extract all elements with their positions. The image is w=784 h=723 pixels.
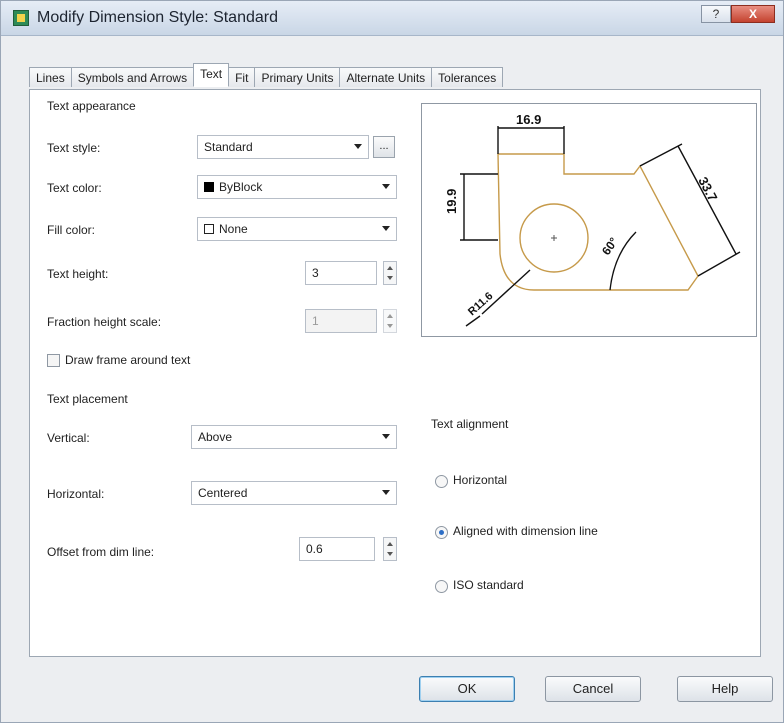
fill-color-label: Fill color:: [47, 223, 96, 237]
empty-swatch-icon: [204, 223, 214, 234]
horizontal-label: Horizontal:: [47, 487, 105, 501]
tab-fit[interactable]: Fit: [228, 67, 256, 87]
help-button[interactable]: Help: [677, 676, 773, 702]
title-bar-buttons: ? X: [701, 5, 775, 23]
chevron-down-icon: [382, 434, 390, 439]
text-appearance-group-label: Text appearance: [47, 99, 136, 113]
offset-from-dim-line-label: Offset from dim line:: [47, 545, 155, 559]
text-style-label: Text style:: [47, 141, 101, 155]
text-style-browse-button[interactable]: ...: [373, 136, 395, 158]
radio-iso-standard[interactable]: [435, 580, 448, 593]
spin-down-icon: [387, 324, 393, 328]
draw-frame-checkbox[interactable]: [47, 354, 60, 367]
dim-top-label: 16.9: [516, 112, 541, 127]
text-height-label: Text height:: [47, 267, 109, 281]
chevron-down-icon: [382, 490, 390, 495]
chevron-down-icon: [354, 144, 362, 149]
offset-from-dim-line-input[interactable]: 0.6: [299, 537, 375, 561]
part-outline: [497, 153, 699, 291]
vertical-value: Above: [198, 430, 233, 444]
horizontal-value: Centered: [198, 486, 248, 500]
tab-primary-units[interactable]: Primary Units: [254, 67, 341, 87]
tab-tolerances[interactable]: Tolerances: [431, 67, 504, 87]
text-color-label: Text color:: [47, 181, 102, 195]
tab-lines[interactable]: Lines: [29, 67, 72, 87]
spin-down-icon: [387, 276, 393, 280]
tab-text[interactable]: Text: [193, 63, 230, 87]
text-color-value: ByBlock: [219, 180, 263, 194]
horizontal-dropdown[interactable]: Centered: [191, 481, 397, 505]
dialog-window: Modify Dimension Style: Standard ? X Lin…: [0, 0, 784, 723]
vertical-label: Vertical:: [47, 431, 90, 445]
tab-alternate-units[interactable]: Alternate Units: [339, 67, 433, 87]
draw-frame-label: Draw frame around text: [65, 353, 191, 367]
text-height-input[interactable]: 3: [305, 261, 377, 285]
tab-symbols-and-arrows[interactable]: Symbols and Arrows: [70, 67, 195, 87]
spin-up-icon: [387, 542, 393, 546]
chevron-down-icon: [382, 184, 390, 189]
spin-up-icon: [387, 266, 393, 270]
fraction-height-scale-input: 1: [305, 309, 377, 333]
text-placement-group-label: Text placement: [47, 392, 128, 406]
radio-horizontal[interactable]: [435, 475, 448, 488]
text-color-dropdown[interactable]: ByBlock: [197, 175, 397, 199]
vertical-dropdown[interactable]: Above: [191, 425, 397, 449]
fraction-height-spinner: [383, 309, 397, 333]
dim-left-label: 19.9: [444, 189, 459, 214]
radio-horizontal-label: Horizontal: [453, 473, 508, 487]
text-alignment-group-label: Text alignment: [431, 417, 509, 431]
close-button[interactable]: X: [731, 5, 775, 23]
title-bar[interactable]: Modify Dimension Style: Standard ? X: [1, 1, 783, 36]
text-height-spinner[interactable]: [383, 261, 397, 285]
fill-color-value: None: [219, 222, 248, 236]
offset-spinner[interactable]: [383, 537, 397, 561]
spin-down-icon: [387, 552, 393, 556]
tab-strip: Lines Symbols and Arrows Text Fit Primar…: [29, 63, 504, 89]
dimension-preview: 16.9 19.9 33.7 60° R11.6: [421, 103, 757, 337]
fraction-height-scale-label: Fraction height scale:: [47, 315, 162, 329]
color-swatch-icon: [204, 181, 214, 192]
dim-radius-label: R11.6: [466, 290, 495, 318]
cancel-button[interactable]: Cancel: [545, 676, 641, 702]
text-style-dropdown[interactable]: Standard: [197, 135, 369, 159]
autocad-app-icon: [13, 10, 29, 26]
radio-iso-standard-label: ISO standard: [453, 578, 524, 592]
radio-aligned-label: Aligned with dimension line: [453, 524, 598, 538]
dim-angle-label: 60°: [599, 235, 621, 258]
fill-color-dropdown[interactable]: None: [197, 217, 397, 241]
help-title-button[interactable]: ?: [701, 5, 731, 23]
ok-button[interactable]: OK: [419, 676, 515, 702]
text-style-value: Standard: [204, 140, 253, 154]
window-title: Modify Dimension Style: Standard: [37, 9, 278, 26]
chevron-down-icon: [382, 226, 390, 231]
dimension-preview-drawing: 16.9 19.9 33.7 60° R11.6: [444, 112, 741, 327]
dim-right-label: 33.7: [695, 174, 720, 203]
radio-aligned-with-dimension-line[interactable]: [435, 526, 448, 539]
spin-up-icon: [387, 314, 393, 318]
